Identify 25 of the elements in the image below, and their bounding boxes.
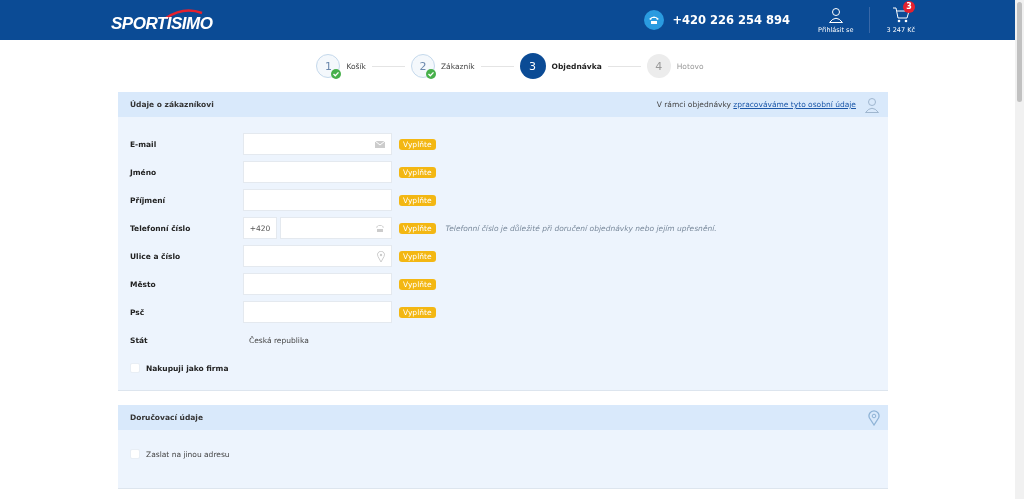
- input-field[interactable]: [280, 217, 392, 239]
- step-circle: 3: [519, 53, 546, 79]
- input-field[interactable]: [243, 133, 392, 155]
- step-circle: 2: [410, 54, 435, 78]
- user-icon: [827, 6, 844, 23]
- input-field[interactable]: [243, 273, 392, 295]
- input-field[interactable]: [243, 301, 392, 323]
- envelope-icon: [375, 140, 385, 148]
- cart-count-badge: 3: [903, 0, 915, 13]
- check-icon: [331, 69, 342, 79]
- phone-icon: [644, 10, 665, 30]
- input-field[interactable]: [243, 161, 392, 183]
- swoosh-icon: [164, 8, 205, 19]
- phone-icon: [375, 223, 385, 233]
- logo[interactable]: SPORTISIMO: [111, 8, 213, 32]
- step-circle: 4: [646, 54, 671, 78]
- location-pin-icon: [377, 250, 385, 262]
- input-field[interactable]: [243, 245, 392, 267]
- check-icon: [425, 69, 436, 79]
- phone-number[interactable]: +420 226 254 894: [672, 13, 791, 27]
- input-field[interactable]: [243, 189, 392, 211]
- scrollbar[interactable]: [1015, 0, 1024, 499]
- step-circle: 1: [316, 54, 341, 78]
- location-pin-icon: [868, 409, 880, 426]
- user-icon: [864, 96, 880, 113]
